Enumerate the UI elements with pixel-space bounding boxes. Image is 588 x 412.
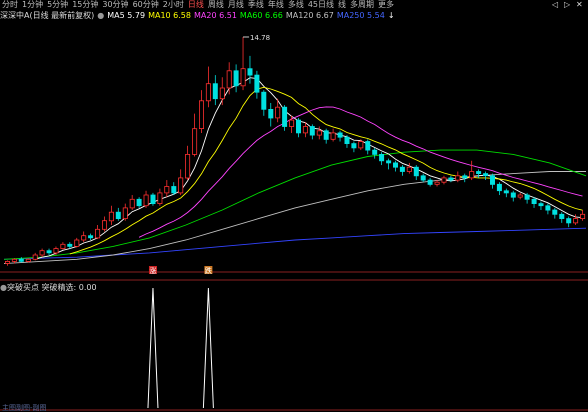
candle[interactable] xyxy=(309,124,315,140)
candle[interactable] xyxy=(372,147,378,159)
candle[interactable] xyxy=(420,173,426,183)
candle[interactable] xyxy=(316,126,322,140)
candle[interactable] xyxy=(115,207,121,221)
footer-label: 主图副图-副图 xyxy=(2,404,47,412)
candle[interactable] xyxy=(129,195,135,211)
candle[interactable] xyxy=(413,165,419,181)
candle[interactable] xyxy=(351,141,357,153)
candle[interactable] xyxy=(386,158,392,170)
candle[interactable] xyxy=(365,139,371,155)
candle[interactable] xyxy=(240,36,246,91)
candle[interactable] xyxy=(198,90,204,133)
candle[interactable] xyxy=(392,160,398,172)
candle[interactable] xyxy=(302,122,308,138)
candle[interactable] xyxy=(143,190,149,208)
candle[interactable] xyxy=(531,197,537,208)
ma5-line xyxy=(35,77,583,260)
candle[interactable] xyxy=(441,175,447,185)
ma10-line xyxy=(69,86,583,255)
candle[interactable] xyxy=(489,173,495,189)
candle[interactable] xyxy=(503,188,509,198)
candle[interactable] xyxy=(448,175,454,183)
breakout-spike xyxy=(202,287,214,409)
candle[interactable] xyxy=(39,248,45,258)
candle[interactable] xyxy=(330,128,336,142)
candle[interactable] xyxy=(205,66,211,108)
candle[interactable] xyxy=(185,145,191,181)
candle[interactable] xyxy=(46,248,52,256)
candle[interactable] xyxy=(108,205,114,226)
candle[interactable] xyxy=(337,130,343,142)
candle[interactable] xyxy=(538,201,544,211)
candle[interactable] xyxy=(268,102,274,127)
candle[interactable] xyxy=(88,233,94,241)
candle[interactable] xyxy=(178,169,184,196)
candle[interactable] xyxy=(219,77,225,106)
sub-chart-title: 突破买点 xyxy=(6,283,39,292)
candle[interactable] xyxy=(5,260,10,266)
candle[interactable] xyxy=(580,210,586,221)
ma60-line xyxy=(3,149,587,260)
candle[interactable] xyxy=(295,117,301,138)
breakout-spike xyxy=(147,287,159,409)
candle[interactable] xyxy=(399,165,405,176)
candle[interactable] xyxy=(261,90,267,116)
candle[interactable] xyxy=(552,207,558,219)
candle[interactable] xyxy=(323,128,329,144)
candle[interactable] xyxy=(102,216,108,232)
candle[interactable] xyxy=(510,190,516,202)
kline-chart[interactable]: 14.78 涨 跌 xyxy=(0,0,588,412)
candle[interactable] xyxy=(427,177,433,187)
candle[interactable] xyxy=(164,180,170,198)
candle[interactable] xyxy=(545,203,551,215)
candle[interactable] xyxy=(212,75,218,106)
candle[interactable] xyxy=(476,169,482,178)
settings-icon[interactable]: ● xyxy=(0,283,7,292)
candle[interactable] xyxy=(379,152,385,166)
ma20-line xyxy=(138,106,583,238)
candle[interactable] xyxy=(157,188,163,206)
candle[interactable] xyxy=(136,197,142,208)
sub-chart-legend: ●突破买点 突破精选: 0.00 xyxy=(0,283,97,293)
candle[interactable] xyxy=(122,203,128,221)
candle[interactable] xyxy=(344,135,350,148)
signal-marker-label: 涨 xyxy=(149,266,156,275)
candle[interactable] xyxy=(150,192,156,206)
candle[interactable] xyxy=(81,231,87,243)
candle[interactable] xyxy=(517,192,523,200)
candle[interactable] xyxy=(32,252,38,261)
candle[interactable] xyxy=(566,216,572,228)
ma250-line xyxy=(3,227,587,260)
candle[interactable] xyxy=(469,160,475,181)
candle[interactable] xyxy=(74,237,80,248)
candle[interactable] xyxy=(171,182,177,196)
sub-chart-label: 突破精选: xyxy=(38,283,79,292)
candle[interactable] xyxy=(226,62,232,95)
high-price-label: 14.78 xyxy=(250,34,270,42)
candle[interactable] xyxy=(247,55,253,84)
candle[interactable] xyxy=(483,171,489,181)
candle[interactable] xyxy=(462,173,468,183)
candle[interactable] xyxy=(233,64,239,93)
candle[interactable] xyxy=(559,212,565,223)
candle[interactable] xyxy=(67,242,73,249)
candle[interactable] xyxy=(192,113,198,157)
candle[interactable] xyxy=(254,70,260,99)
signal-marker-label: 跌 xyxy=(205,266,212,275)
candle[interactable] xyxy=(60,242,66,250)
candle[interactable] xyxy=(95,225,101,239)
sub-chart-value: 0.00 xyxy=(78,283,97,292)
candle[interactable] xyxy=(282,105,288,131)
candle[interactable] xyxy=(496,182,502,196)
candle[interactable] xyxy=(406,162,412,174)
